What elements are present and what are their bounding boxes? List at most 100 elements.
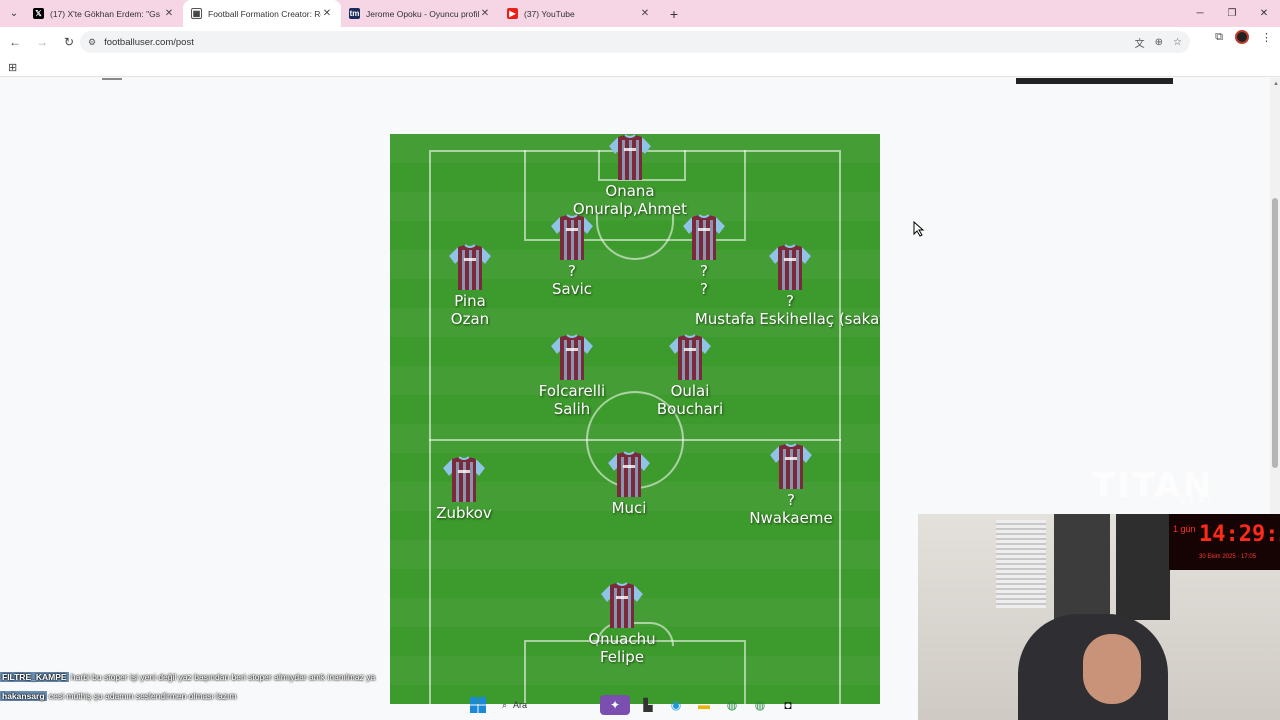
player-name: ? xyxy=(787,491,795,509)
tab-title: (37) YouTube xyxy=(524,8,575,19)
chat-message: hakansarg cesi müthiş şu adamın seslendi… xyxy=(0,689,380,704)
forward-icon[interactable]: → xyxy=(30,30,54,54)
player-name: Ozan xyxy=(450,310,490,328)
menu-icon[interactable]: ⋮ xyxy=(1261,31,1272,44)
player-name: Oulai xyxy=(670,382,710,400)
player-name: Pina xyxy=(454,292,486,310)
jersey-icon xyxy=(600,582,644,630)
tab-title: (17) X'te Gökhan Erdem: "Gs ma xyxy=(50,8,163,19)
close-icon[interactable]: ✕ xyxy=(639,8,651,19)
reload-icon[interactable]: ↻ xyxy=(57,30,81,54)
widgets-icon[interactable]: ✦ xyxy=(600,695,630,715)
taskbar-search[interactable]: ⌕ Ara xyxy=(496,694,592,716)
jersey-icon xyxy=(769,443,813,491)
chat-message: FILTRE_KAMPE harbi bu stoper işi yeni de… xyxy=(0,670,380,685)
chat-text: harbi bu stoper işi yeni değil yaz başın… xyxy=(70,672,376,682)
file-explorer-icon[interactable]: ▬ xyxy=(694,695,714,715)
youtube-icon: ▶ xyxy=(507,8,518,19)
window-controls: ─ ❐ ✕ xyxy=(1184,0,1280,27)
bookmarks-bar: ⊞ xyxy=(0,57,1280,77)
jersey-icon xyxy=(768,244,812,292)
scroll-up-icon[interactable]: ▲ xyxy=(1273,81,1279,87)
jersey-icon xyxy=(550,334,594,382)
chrome-icon[interactable]: ◍ xyxy=(722,695,742,715)
tab-youtube[interactable]: ▶ (37) YouTube ✕ xyxy=(499,0,659,27)
close-window-icon[interactable]: ✕ xyxy=(1248,0,1280,27)
app-icon[interactable]: ◘ xyxy=(778,695,798,715)
tm-icon: tm xyxy=(349,8,360,19)
jersey-icon xyxy=(442,456,486,504)
close-icon[interactable]: ✕ xyxy=(479,8,491,19)
stream-clock: 1 gün 14:29:2 30 Ekim 2025 · 17:05 xyxy=(1169,514,1280,570)
windows-logo-icon xyxy=(470,697,486,713)
stream-chat: FILTRE_KAMPE harbi bu stoper işi yeni de… xyxy=(0,670,380,704)
player-name: Mustafa Eskihellaç (sakat xyxy=(694,310,880,328)
tab-title: Jerome Opoku - Oyuncu profili xyxy=(366,8,479,19)
taskbar: ⌕ Ara ✦ ▙ ◉ ▬ ◍ ◍ ◘ xyxy=(460,690,820,720)
player-right-back[interactable]: ? Mustafa Eskihellaç (sakat xyxy=(690,244,880,328)
extensions-icon[interactable]: ⧉ xyxy=(1215,31,1223,44)
task-view-icon[interactable]: ▙ xyxy=(638,695,658,715)
webcam-window-blinds xyxy=(996,520,1046,608)
jersey-icon xyxy=(668,334,712,382)
search-label: Ara xyxy=(513,700,528,710)
divider xyxy=(102,78,122,80)
player-name: Onuachu xyxy=(588,630,656,648)
stream-watermark-sub: BEAT xyxy=(1180,496,1215,506)
player-goalkeeper[interactable]: Onana Onuralp,Ahmet xyxy=(530,134,730,218)
player-midfielder-right[interactable]: Oulai Bouchari xyxy=(590,334,790,418)
jersey-icon xyxy=(607,451,651,499)
minimize-icon[interactable]: ─ xyxy=(1184,0,1216,27)
tab-formation-creator[interactable]: ▦ Football Formation Creator: Re ✕ xyxy=(183,0,341,27)
bookmark-star-icon[interactable]: ☆ xyxy=(1173,37,1182,48)
tab-title: Football Formation Creator: Re xyxy=(208,8,321,19)
chrome-profile-icon[interactable]: ◍ xyxy=(750,695,770,715)
clock-date: 30 Ekim 2025 · 17:05 xyxy=(1199,554,1257,560)
clock-day: 1 gün xyxy=(1173,524,1196,534)
chat-username: hakansarg xyxy=(0,691,47,701)
edge-icon[interactable]: ◉ xyxy=(666,695,686,715)
player-name: ? xyxy=(786,292,794,310)
webcam-jersey-frame xyxy=(1054,514,1110,624)
mouse-cursor-icon xyxy=(913,221,925,237)
close-icon[interactable]: ✕ xyxy=(321,8,333,19)
player-name: Onana xyxy=(605,182,655,200)
player-name: Nwakaeme xyxy=(749,509,833,527)
avatar[interactable] xyxy=(1235,30,1249,44)
tab-x[interactable]: 𝕏 (17) X'te Gökhan Erdem: "Gs ma ✕ xyxy=(25,0,183,27)
webcam-streamer xyxy=(1083,634,1141,704)
omnibox-actions: 文 ⊕ ☆ xyxy=(1135,31,1182,53)
football-pitch: Onana Onuralp,Ahmet ? Savic ? ? Pina Oza… xyxy=(390,134,880,704)
header-bar xyxy=(1016,78,1173,84)
translate-icon[interactable]: 文 xyxy=(1135,35,1145,50)
apps-grid-icon[interactable]: ⊞ xyxy=(8,61,17,74)
zoom-icon[interactable]: ⊕ xyxy=(1155,37,1163,48)
browser-toolbar: ← → ↻ ⚙ footballuser.com/post 文 ⊕ ☆ ⧉ ⋮ xyxy=(0,27,1280,57)
player-striker[interactable]: Onuachu Felipe xyxy=(522,582,722,666)
url-text: footballuser.com/post xyxy=(104,36,194,48)
jersey-icon xyxy=(448,244,492,292)
formation-icon: ▦ xyxy=(191,8,202,19)
site-info-icon[interactable]: ⚙ xyxy=(88,37,96,48)
jersey-icon xyxy=(608,134,652,182)
restore-icon[interactable]: ❐ xyxy=(1216,0,1248,27)
scrollbar-thumb[interactable] xyxy=(1272,198,1278,468)
x-logo-icon: 𝕏 xyxy=(33,8,44,19)
clock-time: 14:29:2 xyxy=(1199,522,1280,547)
back-icon[interactable]: ← xyxy=(3,30,27,54)
chat-username: FILTRE_KAMPE xyxy=(0,672,69,682)
chat-text: cesi müthiş şu adamın seslendirmen olmas… xyxy=(48,691,237,701)
new-tab-button[interactable]: + xyxy=(663,6,685,22)
tab-search-chevron-icon[interactable]: ⌄ xyxy=(3,3,25,25)
windows-start-icon[interactable] xyxy=(468,695,488,715)
toolbar-right: ⧉ ⋮ xyxy=(1215,30,1272,44)
tab-strip: ⌄ 𝕏 (17) X'te Gökhan Erdem: "Gs ma ✕ ▦ F… xyxy=(0,0,1280,27)
search-icon: ⌕ xyxy=(502,699,508,710)
player-right-winger[interactable]: ? Nwakaeme xyxy=(691,443,880,527)
address-bar[interactable]: ⚙ footballuser.com/post 文 ⊕ ☆ xyxy=(80,31,1190,53)
player-name: Felipe xyxy=(599,648,645,666)
player-left-back[interactable]: Pina Ozan xyxy=(390,244,570,328)
webcam-frame xyxy=(1116,514,1170,620)
close-icon[interactable]: ✕ xyxy=(163,8,175,19)
tab-transfermarkt[interactable]: tm Jerome Opoku - Oyuncu profili ✕ xyxy=(341,0,499,27)
